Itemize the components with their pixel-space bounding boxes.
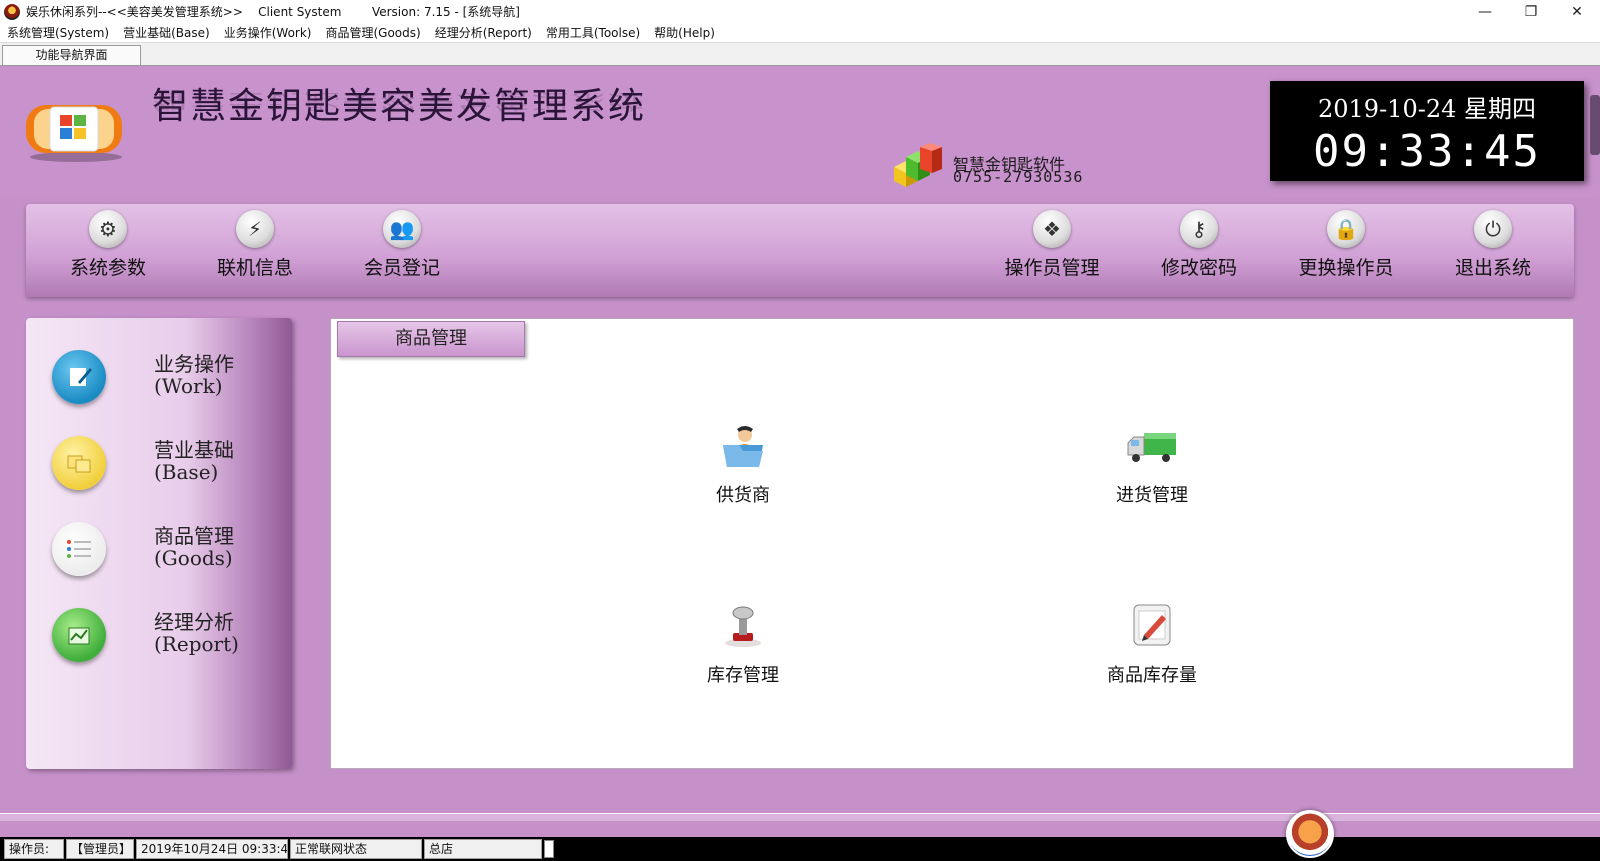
sidebar: 业务操作 (Work) 营业基础 (Base) 商品管理 (Goods) 经理分… <box>26 318 292 769</box>
menu-base[interactable]: 营业基础(Base) <box>116 24 217 41</box>
member-register-button[interactable]: 👥 会员登记 <box>337 210 467 290</box>
keyhole-icon: 🔒 <box>1327 210 1365 248</box>
tab-strip: 功能导航界面 <box>0 43 1600 66</box>
sidebar-item-subtitle: (Report) <box>154 632 239 656</box>
supplier-label: 供货商 <box>716 485 770 506</box>
gear-icon: ⚙ <box>89 210 127 248</box>
sidebar-item-subtitle: (Goods) <box>154 546 233 570</box>
sticky-notes-icon <box>52 436 106 490</box>
sidebar-item-base[interactable]: 营业基础 (Base) <box>52 428 282 500</box>
system-params-button[interactable]: ⚙ 系统参数 <box>43 210 173 290</box>
power-icon: ⏻ <box>1474 210 1512 248</box>
supplier-icon <box>723 426 763 467</box>
menu-work[interactable]: 业务操作(Work) <box>217 24 319 41</box>
company-cubes-icon <box>894 143 942 187</box>
menu-tools[interactable]: 常用工具(Toolse) <box>539 24 647 41</box>
sidebar-item-subtitle: (Base) <box>154 460 219 484</box>
menu-bar: 系统管理(System) 营业基础(Base) 业务操作(Work) 商品管理(… <box>0 23 1600 43</box>
list-icon <box>52 522 106 576</box>
sidebar-item-work[interactable]: 业务操作 (Work) <box>52 342 282 414</box>
sidebar-item-title: 商品管理 <box>154 524 234 548</box>
status-network: 正常联网状态 <box>290 839 422 859</box>
maximize-button[interactable]: ❐ <box>1508 0 1554 23</box>
main-toolbar: ⚙ 系统参数 ⚡ 联机信息 👥 会员登记 ❖ 操作员管理 ⚷ 修改密码 🔒 更换… <box>26 204 1574 297</box>
users-icon: 👥 <box>383 210 421 248</box>
status-progress-indicator <box>544 840 554 858</box>
menu-goods[interactable]: 商品管理(Goods) <box>318 24 427 41</box>
supplier-button[interactable]: 供货商 <box>653 423 833 513</box>
clock-display: 2019-10-24 星期四 09:33:45 <box>1270 81 1584 181</box>
purchase-management-button[interactable]: 进货管理 <box>1062 423 1242 513</box>
operator-manage-label: 操作员管理 <box>1004 257 1100 279</box>
purchase-management-label: 进货管理 <box>1116 485 1188 506</box>
menu-help[interactable]: 帮助(Help) <box>647 24 722 41</box>
change-password-label: 修改密码 <box>1160 257 1237 279</box>
lightning-icon: ⚡ <box>236 210 274 248</box>
title-bar: 娱乐休闲系列--<<美容美发管理系统>> Client System Versi… <box>0 0 1600 23</box>
exit-system-button[interactable]: ⏻ 退出系统 <box>1428 210 1558 290</box>
clock-time: 09:33:45 <box>1313 126 1541 177</box>
menu-report[interactable]: 经理分析(Report) <box>428 24 539 41</box>
online-info-label: 联机信息 <box>216 257 293 279</box>
product-stock-quantity-button[interactable]: 商品库存量 <box>1062 603 1242 693</box>
sidebar-item-title: 业务操作 <box>154 352 234 376</box>
member-register-label: 会员登记 <box>363 257 440 279</box>
right-edge-handle[interactable] <box>1590 95 1600 155</box>
report-chart-icon <box>52 608 106 662</box>
bottom-divider <box>0 813 1600 821</box>
stamp-icon <box>725 606 761 647</box>
status-store: 总店 <box>424 839 542 859</box>
app-title-reflection: 智慧金钥匙美容美发管理系统 <box>152 89 647 113</box>
sidebar-item-title: 营业基础 <box>154 438 234 462</box>
menu-system[interactable]: 系统管理(System) <box>0 24 116 41</box>
clock-date: 2019-10-24 星期四 <box>1317 95 1536 123</box>
system-params-label: 系统参数 <box>69 257 146 279</box>
tab-function-navigation[interactable]: 功能导航界面 <box>2 45 141 65</box>
sidebar-item-goods[interactable]: 商品管理 (Goods) <box>52 514 282 586</box>
windows-icon: ❖ <box>1033 210 1071 248</box>
app-banner-logo-icon <box>26 105 122 162</box>
sidebar-item-subtitle: (Work) <box>154 374 223 398</box>
edit-document-icon <box>52 350 106 404</box>
exit-system-label: 退出系统 <box>1454 257 1531 279</box>
product-stock-quantity-label: 商品库存量 <box>1107 665 1197 686</box>
main-panel: 商品管理 供货商 进货管理 库存管理 商品库存量 <box>330 318 1574 769</box>
close-button[interactable]: ✕ <box>1554 0 1600 23</box>
operator-manage-button[interactable]: ❖ 操作员管理 <box>987 210 1117 290</box>
key-icon: ⚷ <box>1180 210 1218 248</box>
app-logo-icon <box>4 3 20 20</box>
minimize-button[interactable]: — <box>1462 0 1508 23</box>
inventory-edit-icon <box>1133 604 1171 646</box>
change-password-button[interactable]: ⚷ 修改密码 <box>1134 210 1264 290</box>
stock-management-button[interactable]: 库存管理 <box>653 603 833 693</box>
company-phone: 0755-27930536 <box>953 168 1084 186</box>
status-operator-label: 操作员: <box>4 839 64 859</box>
status-operator-value: 【管理员】 <box>66 839 134 859</box>
status-bar: 操作员: 【管理员】 2019年10月24日 09:33:45 正常联网状态 总… <box>0 837 1600 861</box>
stock-management-label: 库存管理 <box>707 665 779 686</box>
header: 智慧金钥匙美容美发管理系统 智慧金钥匙美容美发管理系统 智慧金钥匙软件 0755… <box>0 67 1600 197</box>
mascot-logo-icon[interactable] <box>1286 810 1334 858</box>
sidebar-item-report[interactable]: 经理分析 (Report) <box>52 600 282 672</box>
switch-operator-button[interactable]: 🔒 更换操作员 <box>1281 210 1411 290</box>
switch-operator-label: 更换操作员 <box>1298 257 1394 279</box>
section-title-tab: 商品管理 <box>337 321 525 357</box>
status-datetime: 2019年10月24日 09:33:45 <box>136 839 288 859</box>
window-title: 娱乐休闲系列--<<美容美发管理系统>> Client System Versi… <box>26 5 520 19</box>
sidebar-item-title: 经理分析 <box>154 610 234 634</box>
online-info-button[interactable]: ⚡ 联机信息 <box>190 210 320 290</box>
truck-icon <box>1127 433 1176 462</box>
